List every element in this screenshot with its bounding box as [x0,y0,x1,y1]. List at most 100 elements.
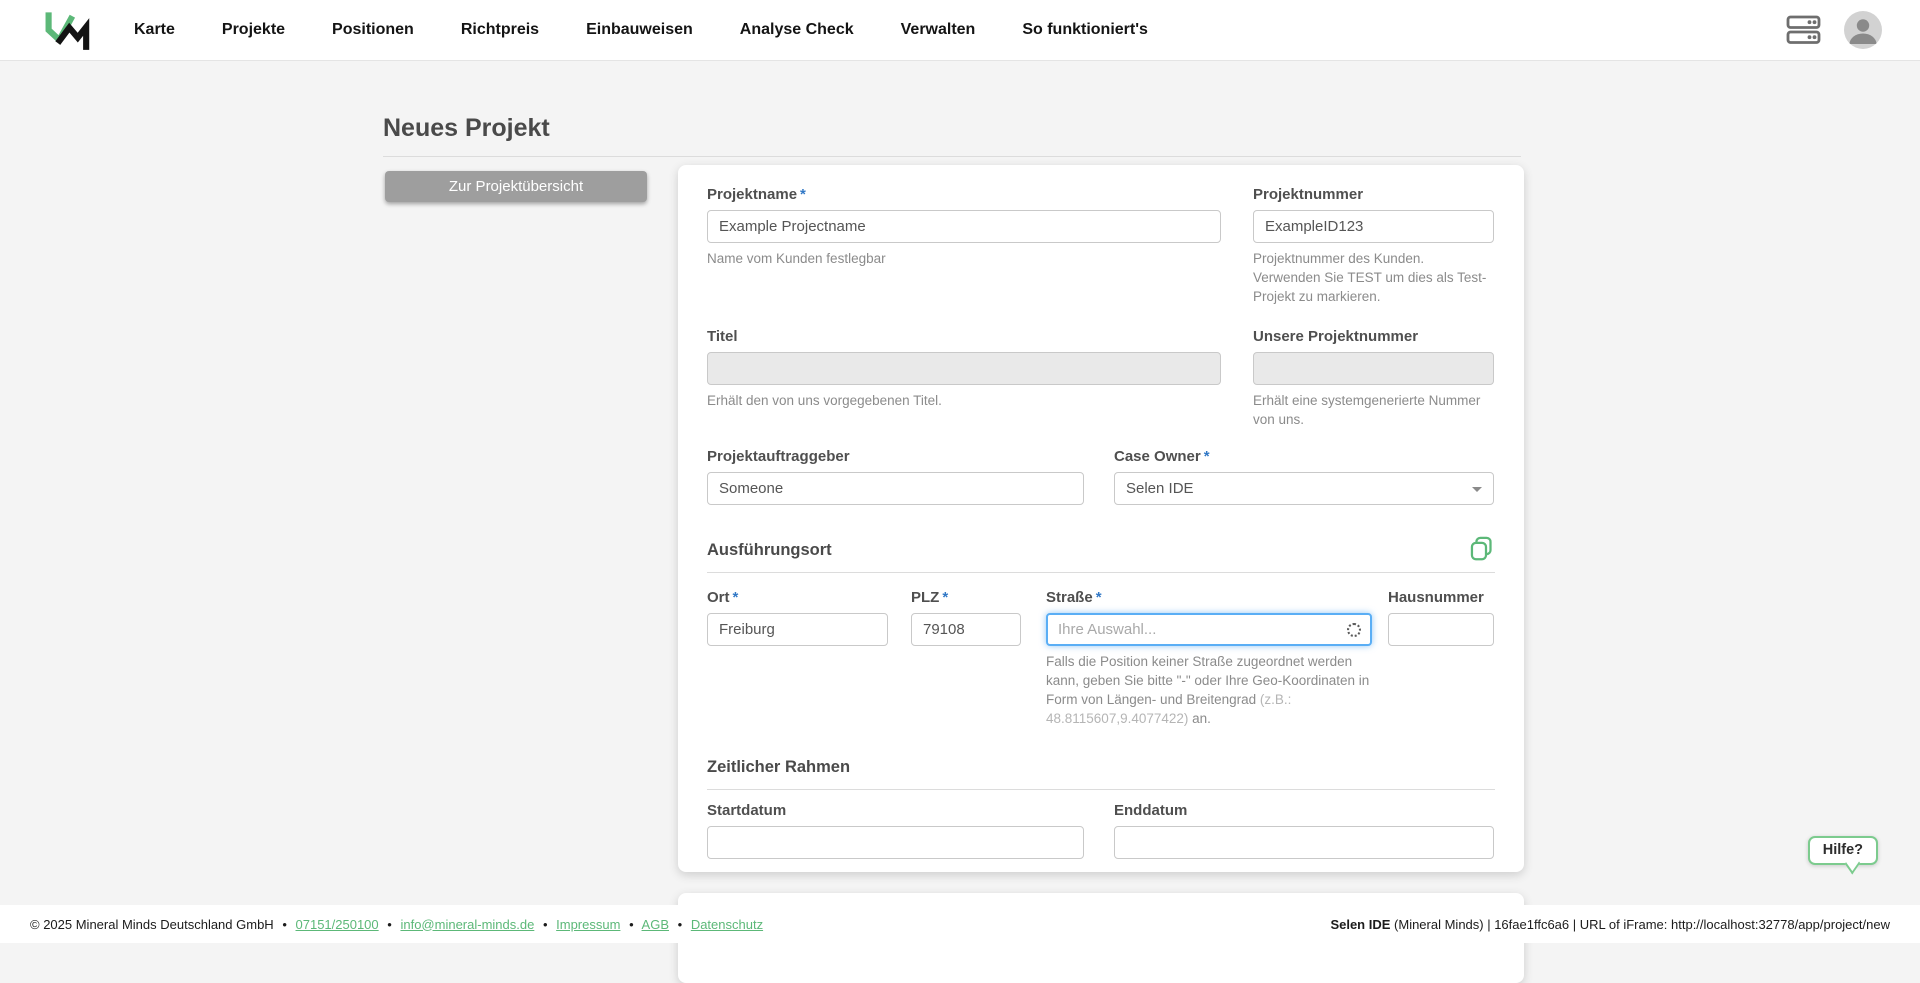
projektauftraggeber-input[interactable] [707,472,1084,505]
projektname-helper: Name vom Kunden festlegbar [707,250,1221,269]
ort-label: Ort* [707,589,888,606]
case-owner-selected-value: Selen IDE [1126,480,1194,497]
footer-separator: • [678,917,683,932]
field-titel: Titel Erhält den von uns vorgegebenen Ti… [707,328,1221,411]
required-asterisk: * [733,589,739,606]
user-avatar[interactable] [1844,11,1882,49]
projektnummer-label: Projektnummer [1253,186,1494,203]
page-content: Neues Projekt Zur Projektübersicht Proje… [0,61,1920,943]
server-rack-icon[interactable] [1786,14,1822,46]
ort-label-text: Ort [707,589,730,606]
enddatum-label: Enddatum [1114,802,1494,819]
footer-user-name: Selen IDE [1330,917,1390,932]
footer-link-impressum[interactable]: Impressum [556,917,620,932]
unsere-projektnummer-label: Unsere Projektnummer [1253,328,1494,345]
section-ausfuehrungsort-title: Ausführungsort [707,541,832,559]
nav-item-karte[interactable]: Karte [134,21,175,39]
form-row-3: Projektauftraggeber Case Owner* Selen ID… [707,448,1495,505]
required-asterisk: * [1096,589,1102,606]
nav-item-richtpreis[interactable]: Richtpreis [461,21,539,39]
footer-link-datenschutz[interactable]: Datenschutz [691,917,763,932]
field-projektauftraggeber: Projektauftraggeber [707,448,1084,505]
case-owner-select[interactable]: Selen IDE [1114,472,1494,505]
hausnummer-input[interactable] [1388,613,1494,646]
footer-session-info: Selen IDE (Mineral Minds) | 16fae1ffc6a6… [1330,917,1890,932]
form-row-2: Titel Erhält den von uns vorgegebenen Ti… [707,328,1495,430]
strasse-helper: Falls die Position keiner Straße zugeord… [1046,653,1372,729]
field-ort: Ort* [707,589,888,646]
strasse-input[interactable] [1046,613,1372,646]
footer-link-agb[interactable]: AGB [642,917,669,932]
top-navigation: Karte Projekte Positionen Richtpreis Ein… [0,0,1920,61]
field-hausnummer: Hausnummer [1388,589,1494,646]
footer-separator: • [629,917,634,932]
field-projektname: Projektname* Name vom Kunden festlegbar [707,186,1221,269]
mineral-minds-logo-icon[interactable] [40,7,94,53]
field-enddatum: Enddatum [1114,802,1494,859]
page-title: Neues Projekt [383,114,550,143]
footer-link-phone[interactable]: 07151/250100 [296,917,379,932]
field-startdatum: Startdatum [707,802,1084,859]
case-owner-label-text: Case Owner [1114,448,1201,465]
section-zeitlicher-rahmen: Zeitlicher Rahmen [707,758,1495,790]
copy-address-icon[interactable] [1468,535,1495,567]
enddatum-input[interactable] [1114,826,1494,859]
projektname-label-text: Projektname [707,186,797,203]
nav-item-projekte[interactable]: Projekte [222,21,285,39]
title-divider [383,156,1521,157]
strasse-helper-suffix: an. [1188,711,1211,726]
footer-bar: © 2025 Mineral Minds Deutschland GmbH • … [0,905,1920,943]
footer-separator: • [543,917,548,932]
strasse-helper-main: Falls die Position keiner Straße zugeord… [1046,654,1369,707]
chevron-down-icon [1472,487,1482,492]
projektname-input[interactable] [707,210,1221,243]
titel-input [707,352,1221,385]
field-plz: PLZ* [911,589,1021,646]
plz-input[interactable] [911,613,1021,646]
nav-item-positionen[interactable]: Positionen [332,21,414,39]
field-case-owner: Case Owner* Selen IDE [1114,448,1494,505]
strasse-label-text: Straße [1046,589,1093,606]
section-ausfuehrungsort: Ausführungsort [707,541,1495,573]
strasse-label: Straße* [1046,589,1372,606]
section-zeitlicher-rahmen-title: Zeitlicher Rahmen [707,758,850,776]
titel-label: Titel [707,328,1221,345]
help-button[interactable]: Hilfe? [1808,836,1878,865]
main-menu: Karte Projekte Positionen Richtpreis Ein… [134,21,1148,39]
form-row-4: Ort* PLZ* Straße* Falls die Po [707,589,1495,729]
projektnummer-helper: Projektnummer des Kunden. Verwenden Sie … [1253,250,1494,307]
unsere-projektnummer-input [1253,352,1494,385]
ort-input[interactable] [707,613,888,646]
projektauftraggeber-label: Projektauftraggeber [707,448,1084,465]
unsere-projektnummer-helper: Erhält eine systemgenerierte Nummer von … [1253,392,1494,430]
field-projektnummer: Projektnummer Projektnummer des Kunden. … [1253,186,1494,307]
hausnummer-label: Hausnummer [1388,589,1494,606]
projektnummer-input[interactable] [1253,210,1494,243]
plz-label-text: PLZ [911,589,939,606]
zur-projektuebersicht-button[interactable]: Zur Projektübersicht [385,171,647,202]
footer-separator: • [387,917,392,932]
new-project-form-card: Projektname* Name vom Kunden festlegbar … [678,165,1524,872]
nav-item-analyse-check[interactable]: Analyse Check [740,21,854,39]
startdatum-label: Startdatum [707,802,1084,819]
plz-label: PLZ* [911,589,1021,606]
startdatum-input[interactable] [707,826,1084,859]
form-row-5: Startdatum Enddatum [707,802,1495,859]
footer-left: © 2025 Mineral Minds Deutschland GmbH • … [30,917,763,932]
required-asterisk: * [942,589,948,606]
nav-item-einbauweisen[interactable]: Einbauweisen [586,21,693,39]
footer-link-email[interactable]: info@mineral-minds.de [400,917,534,932]
footer-copyright: © 2025 Mineral Minds Deutschland GmbH [30,917,274,932]
strasse-input-wrapper [1046,613,1372,646]
required-asterisk: * [1204,448,1210,465]
form-row-1: Projektname* Name vom Kunden festlegbar … [707,186,1495,307]
titel-helper: Erhält den von uns vorgegebenen Titel. [707,392,1221,411]
nav-item-so-funktionierts[interactable]: So funktioniert's [1022,21,1148,39]
nav-item-verwalten[interactable]: Verwalten [901,21,976,39]
footer-separator: • [282,917,287,932]
projektname-label: Projektname* [707,186,1221,203]
nav-right-icons [1786,11,1882,49]
field-unsere-projektnummer: Unsere Projektnummer Erhält eine systemg… [1253,328,1494,430]
footer-session-details: (Mineral Minds) | 16fae1ffc6a6 | URL of … [1394,917,1890,932]
case-owner-label: Case Owner* [1114,448,1494,465]
